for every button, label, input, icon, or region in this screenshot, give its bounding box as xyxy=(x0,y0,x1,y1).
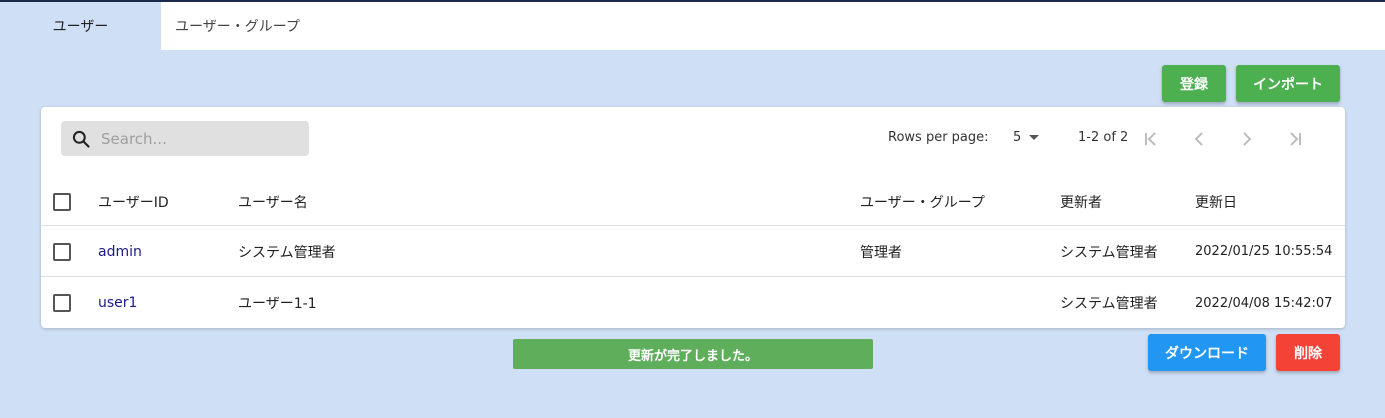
column-header-user-name[interactable]: ユーザー名 xyxy=(238,178,308,225)
column-header-user-id[interactable]: ユーザーID xyxy=(98,178,169,225)
updated-at: 2022/01/25 10:55:54 xyxy=(1195,244,1333,259)
arrow-drop-down-icon xyxy=(1029,135,1040,140)
user-id-link[interactable]: admin xyxy=(98,227,142,276)
first-page-icon xyxy=(1145,132,1156,146)
last-page-icon xyxy=(1290,132,1301,146)
rows-per-page-label: Rows per page: xyxy=(888,130,989,145)
row-checkbox[interactable] xyxy=(53,242,71,261)
rows-per-page-value: 5 xyxy=(1013,130,1022,145)
search-icon xyxy=(72,130,90,148)
updated-at: 2022/04/08 15:42:07 xyxy=(1195,295,1333,311)
delete-button[interactable]: 削除 xyxy=(1276,334,1340,371)
row-checkbox[interactable] xyxy=(53,294,71,312)
column-header-updated-by[interactable]: 更新者 xyxy=(1060,178,1102,225)
user-id-link[interactable]: user1 xyxy=(98,278,137,328)
previous-page-button[interactable] xyxy=(1189,129,1209,149)
users-table-card: Rows per page: 5 1-2 of 2 ユーザーID ユーザー名 ユ… xyxy=(41,107,1345,328)
tab-user-groups[interactable]: ユーザー・グループ xyxy=(161,2,1385,50)
tab-users[interactable]: ユーザー xyxy=(0,2,161,50)
download-button[interactable]: ダウンロード xyxy=(1148,334,1266,371)
table-row[interactable]: admin システム管理者 管理者 システム管理者 2022/01/25 10:… xyxy=(41,227,1345,277)
table-header-row: ユーザーID ユーザー名 ユーザー・グループ 更新者 更新日 xyxy=(41,178,1345,226)
tab-bar: ユーザー ユーザー・グループ xyxy=(0,2,1385,50)
pagination-range: 1-2 of 2 xyxy=(1078,130,1129,145)
last-page-button[interactable] xyxy=(1285,129,1305,149)
import-button[interactable]: インポート xyxy=(1236,65,1340,102)
chevron-left-icon xyxy=(1194,132,1203,146)
first-page-button[interactable] xyxy=(1141,129,1161,149)
search-input[interactable] xyxy=(101,121,301,156)
rows-per-page-select[interactable]: 5 xyxy=(1013,130,1040,145)
user-name: ユーザー1-1 xyxy=(238,296,317,312)
select-all-checkbox[interactable] xyxy=(53,192,71,211)
updated-by: システム管理者 xyxy=(1060,296,1158,312)
table-row[interactable]: user1 ユーザー1-1 システム管理者 2022/04/08 15:42:0… xyxy=(41,278,1345,328)
search-box xyxy=(61,121,309,156)
register-button[interactable]: 登録 xyxy=(1162,65,1226,102)
user-group: 管理者 xyxy=(860,244,902,261)
next-page-button[interactable] xyxy=(1237,129,1257,149)
user-name: システム管理者 xyxy=(238,244,336,261)
column-header-user-group[interactable]: ユーザー・グループ xyxy=(860,178,985,225)
column-header-updated-at[interactable]: 更新日 xyxy=(1195,178,1237,225)
chevron-right-icon xyxy=(1243,132,1252,146)
updated-by: システム管理者 xyxy=(1060,244,1158,261)
success-toast: 更新が完了しました。 xyxy=(513,339,873,369)
